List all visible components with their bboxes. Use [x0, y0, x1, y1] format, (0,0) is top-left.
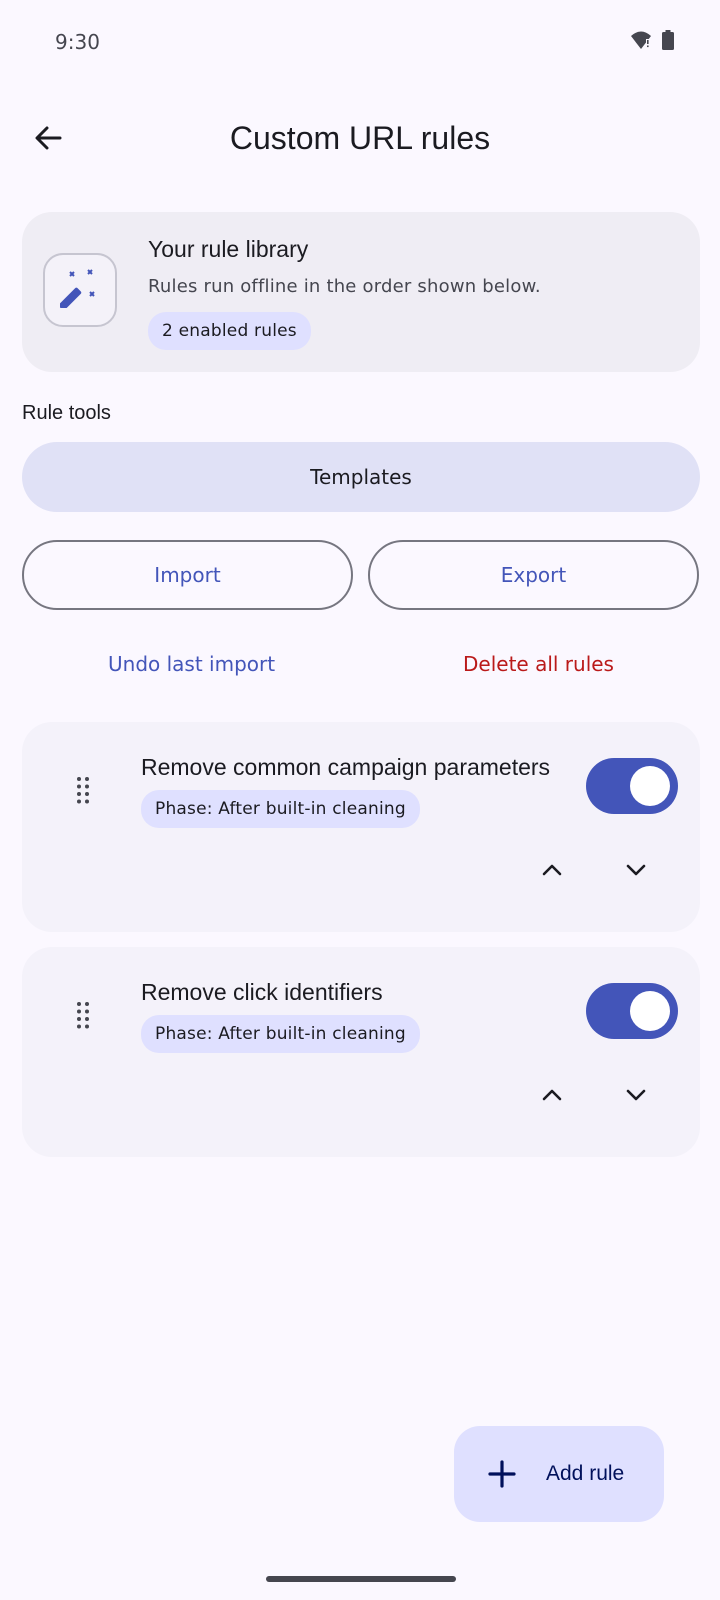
chevron-up-icon: [540, 1083, 564, 1112]
chevron-down-icon: [624, 1083, 648, 1112]
rule-tools-label: Rule tools: [22, 402, 111, 424]
import-button[interactable]: Import: [22, 540, 353, 610]
library-icon-box: [43, 253, 117, 327]
gesture-nav-handle[interactable]: [266, 1576, 456, 1582]
page-title: Custom URL rules: [229, 120, 491, 156]
export-button[interactable]: Export: [368, 540, 699, 610]
rule-card: Remove click identifiers Phase: After bu…: [22, 947, 700, 1157]
rule-phase-chip: Phase: After built-in cleaning: [141, 1015, 420, 1053]
drag-handle[interactable]: [68, 772, 98, 812]
library-title: Your rule library: [148, 236, 309, 262]
move-down-button[interactable]: [612, 848, 660, 896]
status-time: 9:30: [55, 30, 100, 54]
move-up-button[interactable]: [528, 1073, 576, 1121]
rule-enabled-toggle[interactable]: [586, 758, 678, 814]
battery-icon: [662, 30, 674, 55]
drag-indicator-icon: [75, 1001, 91, 1034]
toggle-knob: [630, 766, 670, 806]
add-rule-button[interactable]: Add rule: [454, 1426, 664, 1522]
rule-phase-chip: Phase: After built-in cleaning: [141, 790, 420, 828]
status-icons: [630, 30, 674, 55]
undo-last-import-button[interactable]: Undo last import: [108, 652, 275, 676]
library-subtitle: Rules run offline in the order shown bel…: [148, 276, 541, 297]
add-rule-label: Add rule: [546, 1462, 625, 1485]
chevron-down-icon: [624, 858, 648, 887]
delete-all-rules-button[interactable]: Delete all rules: [463, 652, 614, 676]
move-down-button[interactable]: [612, 1073, 660, 1121]
rule-enabled-toggle[interactable]: [586, 983, 678, 1039]
enabled-rules-chip: 2 enabled rules: [148, 312, 311, 350]
rule-title: Remove common campaign parameters: [141, 754, 551, 780]
move-up-button[interactable]: [528, 848, 576, 896]
magic-wand-icon: [58, 268, 100, 313]
wifi-alert-icon: [630, 30, 652, 55]
templates-button[interactable]: Templates: [22, 442, 700, 512]
chevron-up-icon: [540, 858, 564, 887]
toggle-knob: [630, 991, 670, 1031]
rule-card: Remove common campaign parameters Phase:…: [22, 722, 700, 932]
drag-handle[interactable]: [68, 997, 98, 1037]
rule-title: Remove click identifiers: [141, 979, 383, 1005]
drag-indicator-icon: [75, 776, 91, 809]
rule-library-card: Your rule library Rules run offline in t…: [22, 212, 700, 372]
plus-icon: [486, 1458, 518, 1490]
